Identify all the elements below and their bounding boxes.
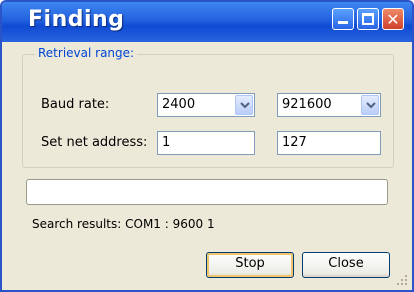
minimize-button[interactable] [332,8,354,30]
minimize-icon [338,21,348,24]
close-icon: ✕ [386,10,400,29]
window-title: Finding [28,7,125,32]
net-address-to-input[interactable]: 127 [277,131,381,155]
finding-dialog: Finding ✕ Retrieval range: Baud rate: 24… [0,0,414,292]
maximize-button[interactable] [357,8,379,30]
retrieval-range-legend: Retrieval range: [35,46,138,60]
chevron-down-icon [366,102,376,109]
retrieval-range-group: Retrieval range: Baud rate: 2400 921600 … [22,46,394,168]
close-window-button[interactable]: ✕ [382,8,404,30]
chevron-down-icon [240,102,250,109]
net-address-from-input[interactable]: 1 [157,131,255,155]
search-progress-bar [26,179,388,205]
net-address-label: Set net address: [41,135,148,150]
search-results-label: Search results: [32,217,122,231]
baud-rate-to-dropdown-button[interactable] [361,95,379,115]
baud-rate-from-value: 2400 [162,97,196,112]
search-results-value: COM1 : 9600 1 [125,217,215,231]
resize-grip-icon[interactable] [396,274,408,286]
baud-rate-label: Baud rate: [41,97,110,112]
close-button[interactable]: Close [302,252,390,278]
baud-rate-to-value: 921600 [282,97,332,112]
title-bar[interactable]: Finding ✕ [2,2,412,42]
baud-rate-from-select[interactable]: 2400 [157,93,255,117]
maximize-icon [362,13,374,25]
stop-button[interactable]: Stop [206,252,294,278]
baud-rate-to-select[interactable]: 921600 [277,93,381,117]
baud-rate-from-dropdown-button[interactable] [235,95,253,115]
search-results: Search results: COM1 : 9600 1 [32,217,215,231]
